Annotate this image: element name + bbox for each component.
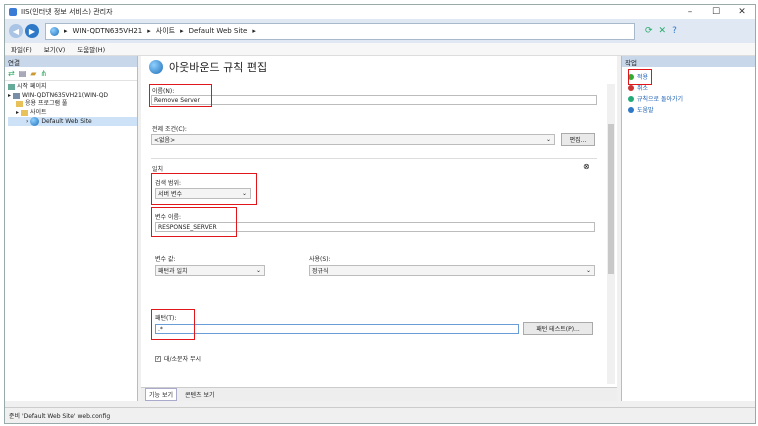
main-panel: 아웃바운드 규칙 편집 이름(N): Remove Server 전제 조건(C… [141,56,617,401]
menu-view[interactable]: 보기(V) [44,44,65,54]
page-title: 아웃바운드 규칙 편집 [169,61,268,74]
tree-server[interactable]: ▸ WIN-QDTN635VH21(WIN-QD [8,92,137,101]
actions-header: 작업 [622,56,755,67]
pattern-input[interactable]: .* [155,324,519,334]
iis-app-icon [9,8,17,16]
connections-toolbar: ⇄ ▤ ▰ ⋔ [5,67,137,81]
connections-header: 연결 [5,56,137,67]
precondition-label: 전제 조건(C): [152,126,187,133]
window-title: IIS(인터넷 정보 서비스) 관리자 [21,8,113,16]
precondition-select[interactable]: <없음> ⌄ [151,134,555,145]
address-bar: ◀ ▶ ▸ WIN-QDTN635VH21 ▸ 사이트 ▸ Default We… [5,19,755,43]
variable-value-label: 변수 값: [155,256,176,263]
chevron-down-icon: ⌄ [545,136,551,143]
connections-pane: 연결 ⇄ ▤ ▰ ⋔ 시작 페이지 ▸ WIN-QDTN635VH21(WIN-Q… [5,56,138,401]
edit-precondition-button[interactable]: 편집... [561,133,595,146]
variable-value-select[interactable]: 패턴과 일치 ⌄ [155,265,265,276]
menu-file[interactable]: 파일(F) [11,44,32,54]
test-pattern-button[interactable]: 패턴 테스트(P)... [523,322,593,335]
tree-sites[interactable]: ▸ 사이트 [8,109,137,118]
save-icon[interactable]: ▤ [19,69,27,78]
tree-default-web-site[interactable]: › Default Web Site [8,117,137,127]
action-back-to-rules[interactable]: 규칙으로 돌아가기 [622,93,755,104]
scrollbar-thumb[interactable] [608,124,614,274]
sites-folder-icon [21,110,29,117]
name-input[interactable]: Remove Server [151,95,597,105]
iis-manager-window: IIS(인터넷 정보 서비스) 관리자 – ☐ ✕ ◀ ▶ ▸ WIN-QDTN… [4,4,756,424]
help-icon[interactable]: ? [672,26,677,36]
connect-icon[interactable]: ⇄ [8,69,15,78]
site-globe-icon [30,117,40,127]
tab-content-view[interactable]: 콘텐츠 보기 [185,390,215,399]
breadcrumb-sep: ▸ [147,27,151,35]
breadcrumb[interactable]: ▸ WIN-QDTN635VH21 ▸ 사이트 ▸ Default Web Si… [45,22,635,40]
highlight-pattern [151,309,195,340]
action-help[interactable]: 도움말 [622,104,755,115]
tree-start-page[interactable]: 시작 페이지 [8,83,137,92]
vertical-scrollbar[interactable] [607,84,615,384]
server-icon [13,92,21,99]
menu-help[interactable]: 도움말(H) [77,44,105,54]
using-select[interactable]: 정규식 ⌄ [309,265,595,276]
menu-bar: 파일(F) 보기(V) 도움말(H) [5,43,755,56]
tab-features-view[interactable]: 기능 보기 [145,388,177,401]
home-icon [8,84,15,91]
highlight-name [149,84,212,107]
title-bar: IIS(인터넷 정보 서비스) 관리자 – ☐ ✕ [5,5,755,19]
ignore-case-option[interactable]: ✓ 대/소문자 무시 [155,354,201,363]
divider [151,158,597,159]
highlight-apply [628,69,652,85]
rule-form: 이름(N): Remove Server 전제 조건(C): <없음> ⌄ 편집.… [149,84,601,384]
highlight-variable [151,207,237,237]
tree-icon[interactable]: ⋔ [40,69,47,78]
breadcrumb-sep: ▸ [64,27,68,35]
actions-pane: 작업 적용 취소 규칙으로 돌아가기 도움말 [621,56,755,401]
breadcrumb-sep: ▸ [180,27,184,35]
forward-icon[interactable]: ▶ [25,24,39,38]
refresh-icon[interactable]: ⟳ [645,26,653,36]
back-arrow-icon [628,95,634,102]
match-section-title: 일치 [152,166,164,173]
close-button[interactable]: ✕ [729,5,755,19]
maximize-button[interactable]: ☐ [703,5,729,19]
back-icon[interactable]: ◀ [9,24,23,38]
chevron-down-icon: ⌄ [255,267,261,274]
help-icon [628,106,634,113]
breadcrumb-site[interactable]: Default Web Site [189,27,248,35]
status-bar: 준비 'Default Web Site' web.config [5,407,755,423]
using-label: 사용(S): [309,256,331,263]
ignore-case-checkbox[interactable]: ✓ [155,355,161,362]
tree-app-pools[interactable]: 응용 프로그램 풀 [8,100,137,109]
chevron-down-icon: ⌄ [585,267,591,274]
collapse-icon[interactable]: ⊗ [583,162,590,171]
globe-icon [149,60,163,74]
folder-icon[interactable]: ▰ [30,69,36,78]
page-header: 아웃바운드 규칙 편집 [141,56,617,78]
view-tabs: 기능 보기 콘텐츠 보기 [141,387,617,401]
breadcrumb-sep: ▸ [252,27,256,35]
server-globe-icon [50,26,59,36]
highlight-scope [151,173,257,205]
stop-icon[interactable]: ✕ [659,26,667,36]
minimize-button[interactable]: – [677,5,703,19]
breadcrumb-server[interactable]: WIN-QDTN635VH21 [73,27,143,35]
breadcrumb-sites[interactable]: 사이트 [156,26,175,36]
cancel-icon [628,84,634,91]
app-pool-icon [16,101,23,108]
connections-tree: 시작 페이지 ▸ WIN-QDTN635VH21(WIN-QD 응용 프로그램 풀… [5,81,137,127]
